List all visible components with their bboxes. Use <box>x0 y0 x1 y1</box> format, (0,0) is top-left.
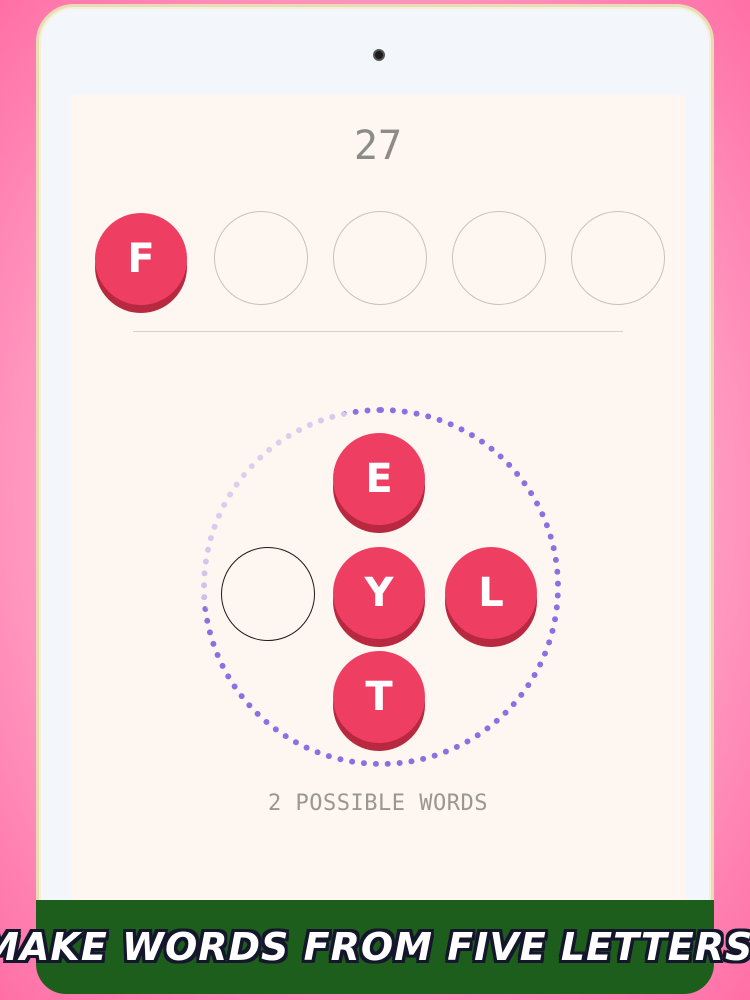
answer-slot-3[interactable] <box>333 211 427 305</box>
answer-slot-5[interactable] <box>571 211 665 305</box>
front-camera-icon <box>373 49 385 61</box>
possible-words-hint: 2 POSSIBLE WORDS <box>268 791 488 816</box>
game-screen: 27 F E Y L T 2 POSSIBLE WORDS <box>71 95 685 915</box>
answer-slot-4[interactable] <box>452 211 546 305</box>
answer-slot-2[interactable] <box>214 211 308 305</box>
tablet-frame: 27 F E Y L T 2 POSSIBLE WORDS <box>36 4 714 994</box>
wheel-tile-top[interactable]: E <box>333 433 425 525</box>
answer-slot-1[interactable]: F <box>95 213 187 305</box>
banner-caption: MAKE WORDS FROM FIVE LETTERS. <box>0 925 750 969</box>
wheel-tile-bottom[interactable]: T <box>333 651 425 743</box>
wheel-slot-left-empty[interactable] <box>221 547 315 641</box>
divider <box>133 331 623 332</box>
wheel-tile-center[interactable]: Y <box>333 547 425 639</box>
promo-banner: MAKE WORDS FROM FIVE LETTERS. <box>0 900 750 994</box>
wheel-tile-right[interactable]: L <box>445 547 537 639</box>
score-counter: 27 <box>353 123 403 169</box>
